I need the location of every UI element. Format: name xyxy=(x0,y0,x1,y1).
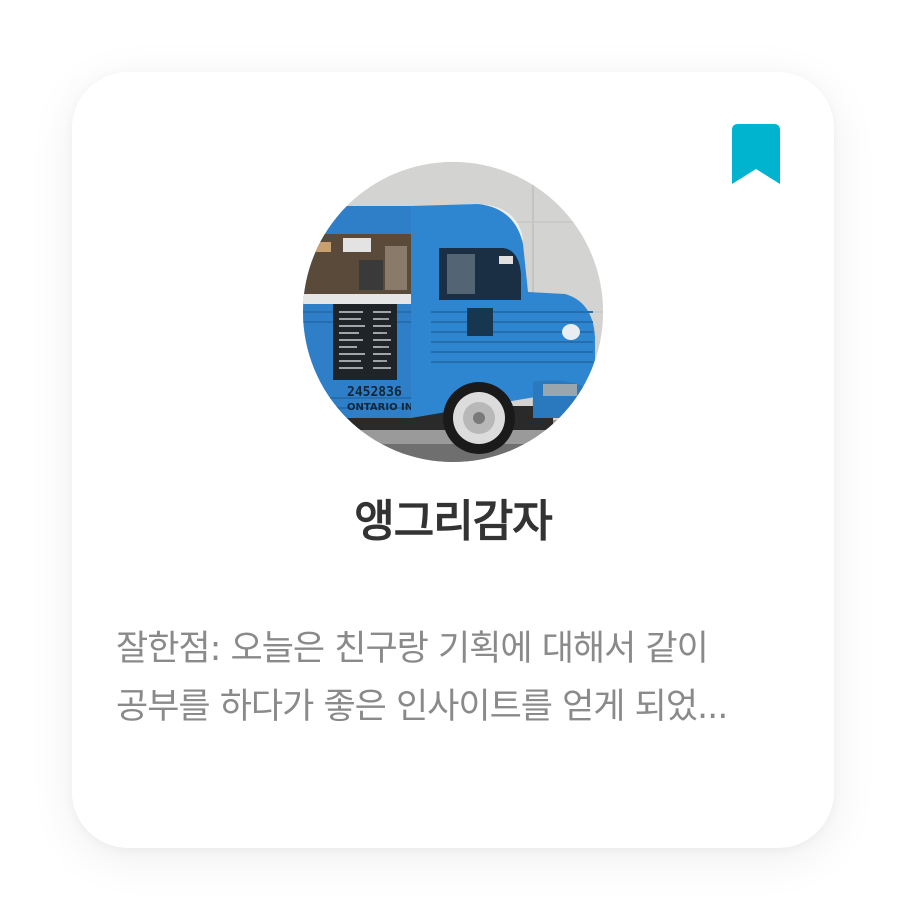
truck-sign-number: 2452836 xyxy=(347,385,402,400)
review-line-1: 잘한점: 오늘은 친구랑 기획에 대해서 같이 xyxy=(116,629,709,669)
profile-card[interactable]: 2452836 ONTARIO INC. 앵그리감자 잘한점: 오늘은 친구랑 … xyxy=(72,72,834,848)
profile-name: 앵그리감자 xyxy=(354,496,552,547)
page-background: 2452836 ONTARIO INC. 앵그리감자 잘한점: 오늘은 친구랑 … xyxy=(0,0,906,921)
review-preview[interactable]: 잘한점: 오늘은 친구랑 기획에 대해서 같이 공부를 하다가 좋은 인사이트를… xyxy=(116,620,806,736)
bookmark-icon[interactable] xyxy=(732,124,780,184)
review-line-2: 공부를 하다가 좋은 인사이트를 얻게 되었... xyxy=(116,687,728,727)
avatar: 2452836 ONTARIO INC. xyxy=(303,162,603,462)
food-truck-photo: 2452836 ONTARIO INC. xyxy=(303,162,603,462)
